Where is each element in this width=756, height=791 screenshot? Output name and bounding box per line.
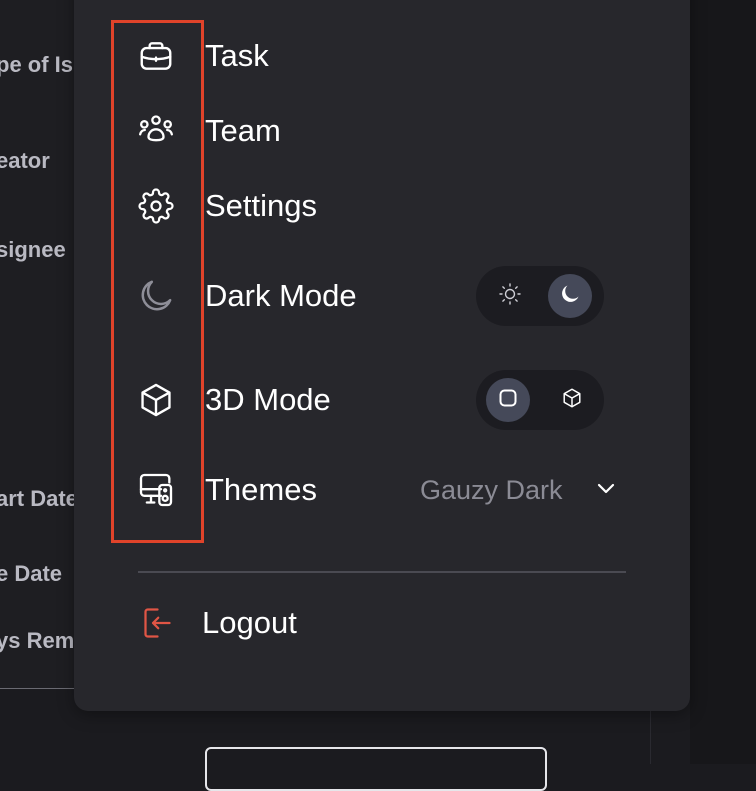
logout-icon	[136, 603, 176, 643]
background-label-creator: eator	[0, 148, 50, 173]
background-label-type: pe of Is	[0, 52, 74, 77]
3d-option-button[interactable]	[550, 378, 594, 422]
menu-item-task-label: Task	[205, 38, 269, 73]
3d-mode-toggle[interactable]	[476, 370, 604, 430]
square-icon	[496, 386, 520, 415]
light-option-button[interactable]	[488, 274, 532, 318]
menu-item-themes-label: Themes	[205, 472, 317, 507]
moon-icon	[136, 276, 176, 316]
theme-select-value[interactable]: Gauzy Dark	[420, 475, 563, 506]
sun-icon	[498, 282, 522, 311]
background-label-start-date: art Date	[0, 486, 78, 511]
menu-divider	[138, 571, 626, 573]
team-icon	[136, 111, 176, 151]
briefcase-icon	[136, 36, 176, 76]
dark-option-button[interactable]	[548, 274, 592, 318]
menu-item-team-label: Team	[205, 113, 281, 148]
background-label-assignee: signee	[0, 237, 66, 262]
flat-option-button[interactable]	[486, 378, 530, 422]
chevron-down-icon[interactable]	[594, 476, 618, 505]
background-button[interactable]	[205, 747, 547, 791]
background-right-area	[650, 0, 756, 764]
devices-icon	[136, 470, 176, 510]
menu-item-settings-label: Settings	[205, 188, 318, 223]
user-settings-menu: Task Team Settings Dark Mode 3D Mode The…	[74, 0, 690, 711]
dark-mode-toggle[interactable]	[476, 266, 604, 326]
menu-item-dark-mode-label: Dark Mode	[205, 278, 357, 313]
menu-item-3d-mode-label: 3D Mode	[205, 382, 331, 417]
background-label-due-date: e Date	[0, 561, 63, 586]
logout-label: Logout	[202, 605, 297, 640]
cube-icon	[136, 380, 176, 420]
background-form-panel: pe of Is eator signee art Date e Date ys…	[0, 0, 78, 689]
background-label-days-remaining: ys Rem	[0, 628, 75, 653]
gear-icon	[136, 186, 176, 226]
cube-small-icon	[561, 387, 583, 414]
moon-filled-icon	[558, 282, 582, 311]
